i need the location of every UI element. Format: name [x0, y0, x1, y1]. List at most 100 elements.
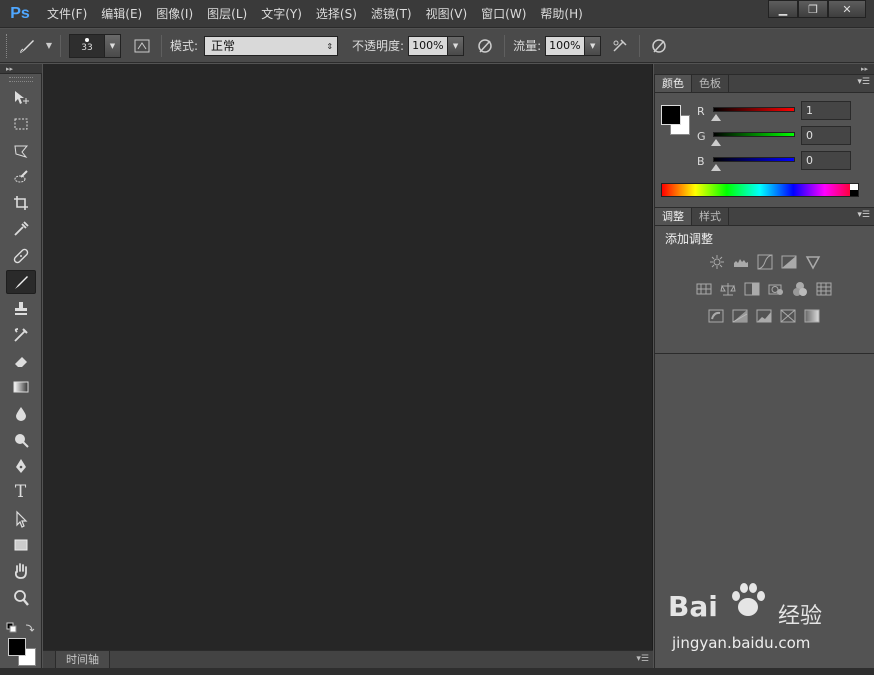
menu-select[interactable]: 选择(S) — [309, 0, 364, 28]
blue-value-input[interactable]: 0 — [801, 151, 851, 170]
brush-tool[interactable] — [5, 270, 36, 295]
eraser-tool[interactable] — [6, 349, 36, 373]
blue-slider-thumb[interactable] — [711, 164, 721, 171]
blend-mode-select[interactable]: 正常 ⇕ — [204, 35, 339, 56]
eyedropper-tool[interactable] — [6, 217, 36, 241]
color-balance-button[interactable] — [719, 281, 737, 297]
lasso-tool[interactable] — [6, 139, 36, 163]
pressure-icon — [478, 38, 492, 53]
menu-layer[interactable]: 图层(L) — [200, 0, 254, 28]
black-white-ramp[interactable] — [850, 184, 858, 196]
crop-tool[interactable] — [6, 191, 36, 215]
brush-size-dropdown[interactable]: ▼ — [105, 33, 121, 58]
blur-tool[interactable] — [6, 402, 36, 426]
tab-adjustments[interactable]: 调整 — [655, 208, 692, 225]
red-slider-thumb[interactable] — [711, 114, 721, 121]
flow-dropdown[interactable]: ▼ — [585, 35, 602, 56]
foreground-color-swatch[interactable] — [661, 105, 681, 125]
pressure-size-toggle[interactable] — [648, 35, 670, 57]
red-slider[interactable] — [713, 107, 795, 112]
type-tool[interactable]: T — [6, 480, 36, 504]
menu-window[interactable]: 窗口(W) — [474, 0, 533, 28]
color-spectrum-bar[interactable] — [661, 183, 859, 197]
green-slider[interactable] — [713, 132, 795, 137]
quick-select-icon — [14, 170, 28, 183]
divider — [161, 34, 162, 57]
tab-swatches[interactable]: 色板 — [692, 75, 729, 92]
opacity-dropdown[interactable]: ▼ — [448, 35, 465, 56]
adjustments-panel: 添加调整 — [655, 226, 874, 354]
foreground-color-swatch[interactable] — [8, 638, 26, 656]
hand-tool[interactable] — [6, 559, 36, 583]
exposure-button[interactable] — [780, 254, 798, 270]
panel-menu-icon[interactable]: ▾☰ — [857, 210, 870, 220]
photo-filter-button[interactable] — [767, 281, 785, 297]
default-colors-icon[interactable] — [6, 622, 38, 636]
color-panel: R 1 G 0 B 0 — [655, 93, 874, 208]
document-canvas-area[interactable] — [43, 64, 653, 650]
menu-image[interactable]: 图像(I) — [149, 0, 200, 28]
color-lookup-button[interactable] — [815, 281, 833, 297]
black-white-button[interactable] — [743, 281, 761, 297]
selective-color-button[interactable] — [779, 308, 797, 324]
color-swatches[interactable] — [6, 636, 38, 670]
history-brush-tool[interactable] — [6, 323, 36, 347]
toolbar-grip[interactable] — [8, 77, 33, 82]
menu-filter[interactable]: 滤镜(T) — [364, 0, 419, 28]
flow-input[interactable]: 100% — [545, 35, 586, 56]
maximize-button[interactable]: ❐ — [798, 0, 828, 18]
pen-tool[interactable] — [6, 454, 36, 478]
zoom-tool[interactable] — [6, 586, 36, 610]
stamp-tool[interactable] — [6, 296, 36, 320]
tool-preset-picker[interactable]: ▼ — [18, 34, 52, 58]
healing-tool[interactable] — [6, 244, 36, 268]
green-value-input[interactable]: 0 — [801, 126, 851, 145]
threshold-button[interactable] — [755, 308, 773, 324]
posterize-button[interactable] — [731, 308, 749, 324]
grid-icon — [816, 282, 832, 296]
dodge-tool[interactable] — [6, 428, 36, 452]
menu-file[interactable]: 文件(F) — [40, 0, 94, 28]
vibrance-button[interactable] — [804, 254, 822, 270]
panel-menu-icon[interactable]: ▾☰ — [857, 77, 870, 87]
shape-tool[interactable] — [6, 533, 36, 557]
options-grip[interactable] — [6, 33, 10, 58]
menu-view[interactable]: 视图(V) — [419, 0, 475, 28]
levels-button[interactable] — [732, 254, 750, 270]
panel-menu-icon[interactable]: ▾☰ — [636, 654, 649, 664]
opacity-input[interactable]: 100% — [408, 35, 449, 56]
marquee-tool[interactable] — [6, 112, 36, 136]
quick-select-tool[interactable] — [6, 165, 36, 189]
tab-timeline[interactable]: 时间轴 — [55, 651, 110, 669]
toolbar-collapse[interactable]: ▸▸ — [0, 64, 42, 74]
channel-mixer-button[interactable] — [791, 281, 809, 297]
red-label: R — [697, 105, 705, 118]
gradient-tool[interactable] — [6, 375, 36, 399]
tab-color[interactable]: 颜色 — [655, 75, 692, 92]
green-slider-thumb[interactable] — [711, 139, 721, 146]
select-arrows-icon: ⇕ — [326, 41, 334, 51]
close-button[interactable]: ✕ — [828, 0, 866, 18]
brightness-contrast-button[interactable] — [708, 254, 726, 270]
brush-panel-toggle[interactable] — [131, 35, 153, 57]
invert-button[interactable] — [707, 308, 725, 324]
path-select-tool[interactable] — [6, 507, 36, 531]
menu-help[interactable]: 帮助(H) — [533, 0, 589, 28]
pressure-opacity-toggle[interactable] — [474, 35, 496, 57]
menu-edit[interactable]: 编辑(E) — [94, 0, 149, 28]
curves-button[interactable] — [756, 254, 774, 270]
add-adjustment-title: 添加调整 — [665, 232, 714, 246]
tab-styles[interactable]: 样式 — [692, 208, 729, 225]
red-value-input[interactable]: 1 — [801, 101, 851, 120]
minimize-button[interactable]: ▁ — [768, 0, 798, 18]
move-tool[interactable] — [6, 86, 36, 110]
brush-size-picker[interactable]: 33 — [69, 33, 105, 58]
airbrush-toggle[interactable] — [609, 35, 631, 57]
eraser-icon — [14, 356, 27, 367]
blue-slider[interactable] — [713, 157, 795, 162]
hue-saturation-button[interactable] — [695, 281, 713, 297]
gradient-map-button[interactable] — [803, 308, 821, 324]
divider — [60, 34, 61, 57]
menu-type[interactable]: 文字(Y) — [254, 0, 309, 28]
panels-collapse[interactable]: ▸▸ — [654, 64, 874, 75]
